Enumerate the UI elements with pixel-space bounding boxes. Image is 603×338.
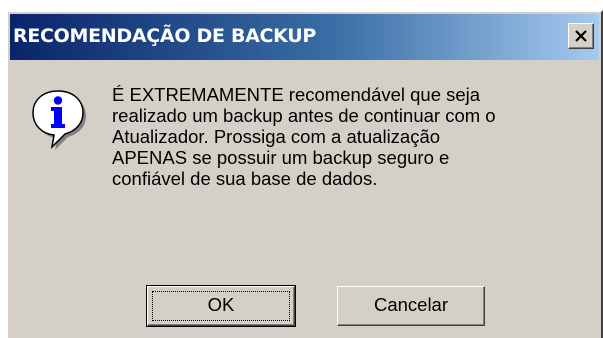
dialog-message: É EXTREMAMENTE recomendável que seja rea… [112,84,496,189]
close-button[interactable] [568,23,594,49]
close-icon [575,30,587,42]
cancel-button[interactable]: Cancelar [337,286,485,326]
backup-recommendation-dialog: RECOMENDAÇÃO DE BACKUP É EXTREMAMENTE re… [6,10,603,338]
dialog-title: RECOMENDAÇÃO DE BACKUP [13,25,317,47]
cancel-button-label: Cancelar [373,294,449,315]
title-bar[interactable]: RECOMENDAÇÃO DE BACKUP [10,14,599,60]
ok-button[interactable]: OK [146,285,296,327]
focus-rect [152,291,290,321]
info-icon [32,90,86,150]
